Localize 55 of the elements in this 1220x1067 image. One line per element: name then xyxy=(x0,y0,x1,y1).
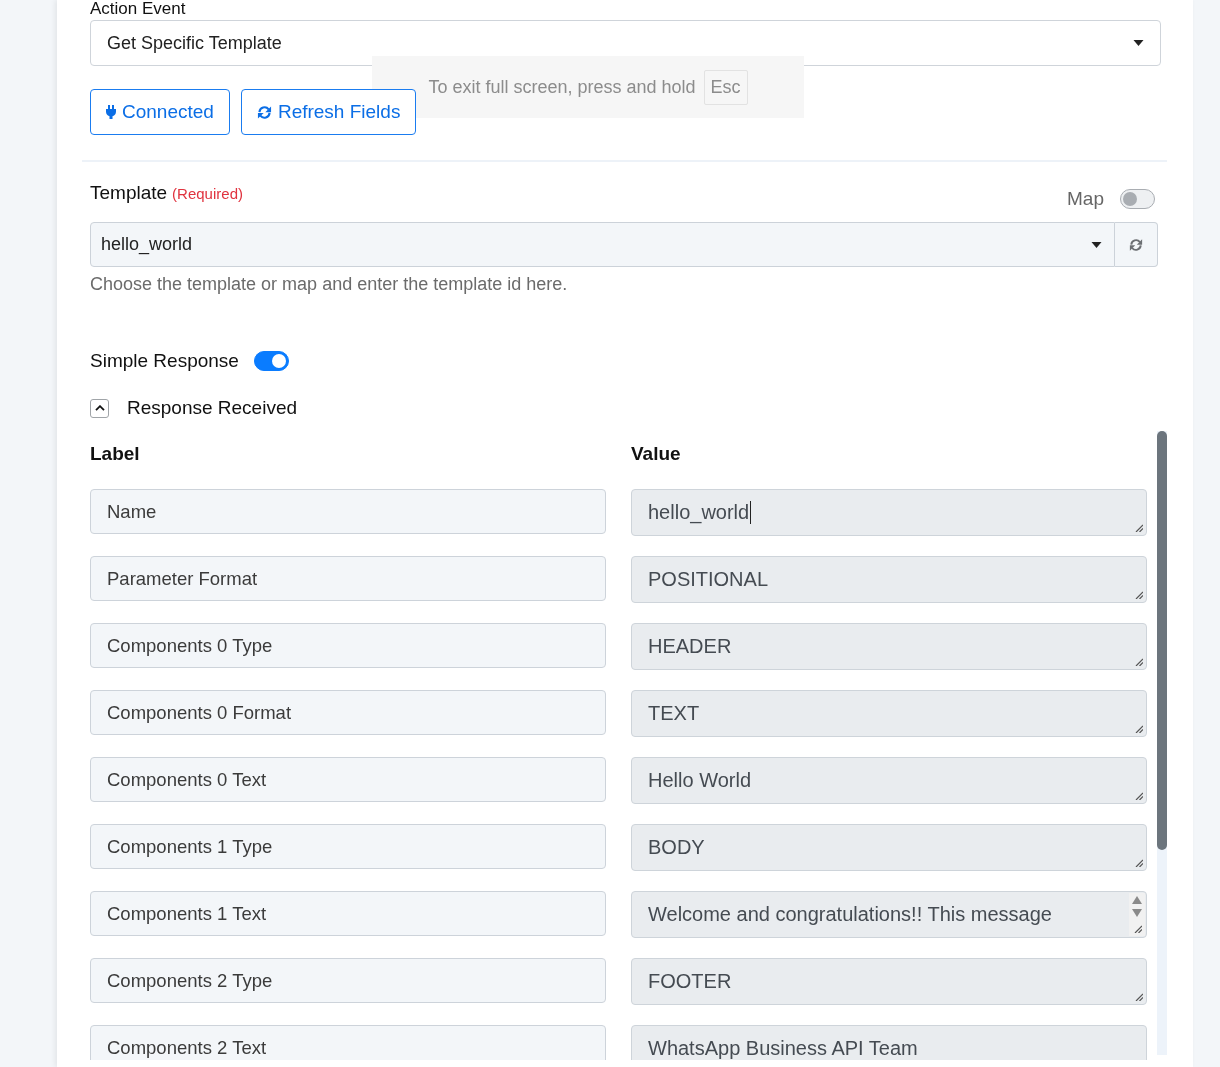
resize-grip-icon[interactable] xyxy=(1135,859,1143,867)
refresh-button[interactable]: Refresh Fields xyxy=(240,89,417,135)
label-field[interactable]: Name xyxy=(90,489,606,534)
simple-response-toggle[interactable] xyxy=(253,351,289,371)
scroll-down-icon[interactable] xyxy=(1132,909,1142,917)
field-label: Template xyxy=(90,182,168,204)
caret-down-icon xyxy=(1133,40,1144,46)
value-field[interactable]: BODY xyxy=(631,824,1147,871)
scroll-up-icon[interactable] xyxy=(1132,896,1142,904)
toggle-label: Simple Response xyxy=(90,350,239,372)
resize-grip-icon[interactable] xyxy=(1135,725,1143,733)
value-field[interactable]: POSITIONAL xyxy=(631,556,1147,603)
value-field[interactable]: Hello World xyxy=(631,757,1147,804)
label-field[interactable]: Components 2 Type xyxy=(90,958,606,1003)
value-field[interactable]: FOOTER xyxy=(631,958,1147,1005)
plug-icon xyxy=(106,105,116,119)
refresh-icon xyxy=(1129,237,1143,252)
section-title: Response Received xyxy=(127,397,298,419)
refresh-icon xyxy=(256,104,272,120)
field-label: Action Event xyxy=(90,0,187,18)
chevron-up-icon xyxy=(94,405,105,411)
label-field[interactable]: Components 1 Text xyxy=(90,891,606,936)
resize-grip-icon[interactable] xyxy=(1135,524,1143,532)
scrollbar-thumb[interactable] xyxy=(1157,431,1167,850)
label-field[interactable]: Components 0 Text xyxy=(90,757,606,802)
notice-text: To exit full screen, press and hold xyxy=(428,76,696,98)
template-select[interactable]: hello_world xyxy=(90,222,1115,267)
label-field[interactable]: Components 2 Text xyxy=(90,1025,606,1060)
action-event-select[interactable]: Get Specific Template xyxy=(90,20,1161,66)
value-field[interactable]: TEXT xyxy=(631,690,1147,737)
column-header: Label xyxy=(90,443,141,465)
required-note: (Required) xyxy=(172,185,243,202)
resize-grip-icon[interactable] xyxy=(1135,792,1143,800)
label-field[interactable]: Components 0 Type xyxy=(90,623,606,668)
label-field[interactable]: Parameter Format xyxy=(90,556,606,601)
value-field[interactable]: Welcome and congratulations!! This message xyxy=(631,891,1147,938)
caret-down-icon xyxy=(1091,241,1102,248)
resize-grip-icon[interactable] xyxy=(1135,993,1143,1001)
map-toggle[interactable] xyxy=(1120,189,1155,209)
connected-button[interactable]: Connected xyxy=(90,89,230,135)
resize-grip-icon[interactable] xyxy=(1135,591,1143,599)
label-field[interactable]: Components 1 Type xyxy=(90,824,606,869)
map-label: Map xyxy=(1067,188,1104,210)
label-field[interactable]: Components 0 Format xyxy=(90,690,606,735)
textarea-scrollbar[interactable] xyxy=(1129,893,1145,936)
help-text: Choose the template or map and enter the template id here. xyxy=(90,274,569,294)
value-field[interactable]: HEADER xyxy=(631,623,1147,670)
column-header: Value xyxy=(631,443,682,465)
resize-grip-icon[interactable] xyxy=(1134,925,1142,933)
esc-key: Esc xyxy=(703,69,748,105)
resize-grip-icon[interactable] xyxy=(1135,658,1143,666)
value-field[interactable]: WhatsApp Business API Team xyxy=(631,1025,1147,1060)
value-field[interactable]: hello_world xyxy=(631,489,1147,536)
collapse-button[interactable] xyxy=(90,398,109,418)
refresh-button[interactable] xyxy=(1115,222,1158,267)
